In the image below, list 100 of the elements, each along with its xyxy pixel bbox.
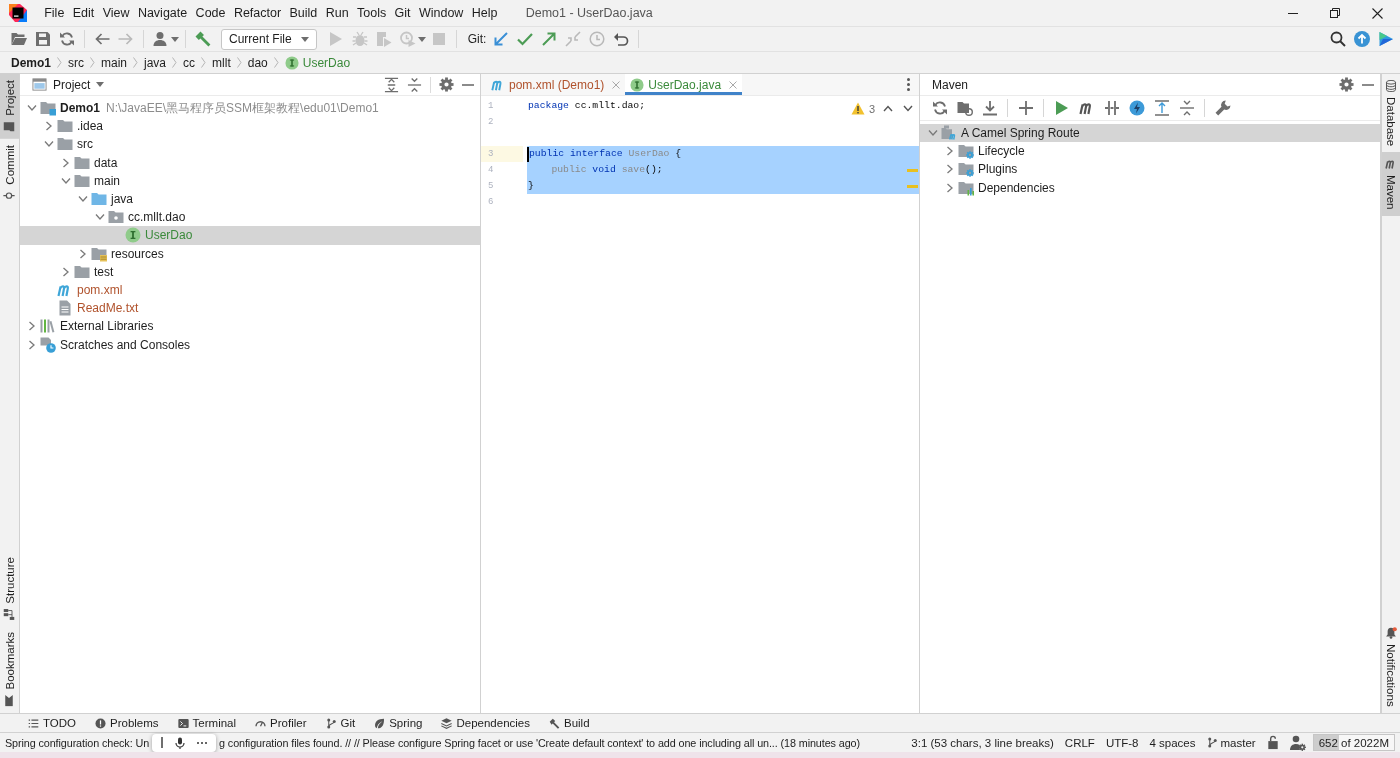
- plus-icon[interactable]: [1017, 100, 1034, 116]
- warning-icon[interactable]: [850, 102, 865, 115]
- split-bars-icon[interactable]: [1103, 100, 1120, 116]
- tool-window-button[interactable]: Build: [549, 717, 590, 729]
- tree-item[interactable]: resources: [20, 244, 480, 263]
- check-icon[interactable]: [517, 31, 534, 47]
- down-left-arrow-icon[interactable]: [493, 31, 510, 47]
- breadcrumb-item[interactable]: src: [68, 55, 84, 70]
- chevron-right-icon[interactable]: [45, 121, 53, 132]
- chevron-down-icon[interactable]: [95, 213, 105, 222]
- tool-window-button[interactable]: Dependencies: [441, 717, 530, 729]
- tree-item[interactable]: src: [20, 135, 480, 154]
- tree-item[interactable]: test: [20, 262, 480, 281]
- tree-item[interactable]: Demo1 N:\JavaEE\黑马程序员SSM框架教程\edu01\Demo1: [20, 99, 480, 118]
- menu-item[interactable]: Navigate: [133, 4, 192, 22]
- line-separator[interactable]: CRLF: [1064, 736, 1095, 749]
- collapse-all-icon[interactable]: [1178, 100, 1195, 116]
- indent-setting[interactable]: 4 spaces: [1149, 736, 1196, 749]
- chevron-up-icon[interactable]: [883, 105, 893, 112]
- caret-icon[interactable]: [171, 36, 179, 42]
- tool-window-button[interactable]: Bookmarks: [0, 626, 19, 713]
- chevron-right-icon[interactable]: [28, 339, 36, 350]
- triangle-logo-icon[interactable]: [1378, 31, 1394, 47]
- chevron-right-icon[interactable]: [62, 157, 70, 168]
- menu-item[interactable]: Build: [285, 4, 322, 22]
- tool-window-button[interactable]: Maven: [1382, 152, 1400, 216]
- menu-item[interactable]: Edit: [68, 4, 99, 22]
- tree-item[interactable]: ReadMe.txt: [20, 299, 480, 318]
- tool-window-button[interactable]: Profiler: [255, 717, 307, 729]
- tool-window-button[interactable]: Spring: [374, 717, 423, 729]
- refresh-icon[interactable]: [59, 31, 75, 47]
- tool-window-button[interactable]: Notifications: [1382, 621, 1400, 713]
- chevron-right-icon[interactable]: [79, 248, 87, 259]
- breadcrumb-item[interactable]: mllt: [212, 55, 231, 70]
- more-vertical-icon[interactable]: [907, 78, 910, 91]
- refresh-icon[interactable]: [931, 100, 948, 116]
- memory-indicator[interactable]: 652 of 2022M: [1312, 734, 1395, 751]
- caret-icon[interactable]: [417, 36, 426, 42]
- tool-window-button[interactable]: Commit: [0, 138, 19, 208]
- menu-item[interactable]: Window: [414, 4, 468, 22]
- lightning-circle-icon[interactable]: [1128, 100, 1145, 116]
- breadcrumb-item[interactable]: java: [144, 55, 167, 70]
- branch-widget[interactable]: master: [1206, 736, 1256, 749]
- tool-window-button[interactable]: Git: [325, 717, 356, 729]
- caret-icon[interactable]: [96, 82, 105, 87]
- menu-item[interactable]: Run: [321, 4, 353, 22]
- breadcrumb-item[interactable]: main: [101, 55, 128, 70]
- panel-title[interactable]: Project: [53, 77, 91, 92]
- settings-icon[interactable]: [439, 77, 454, 92]
- caret-position[interactable]: 3:1 (53 chars, 3 line breaks): [911, 736, 1054, 749]
- chevron-down-icon[interactable]: [44, 140, 54, 149]
- tree-item[interactable]: External Libraries: [20, 317, 480, 336]
- menu-item[interactable]: Git: [390, 4, 415, 22]
- expand-all-icon[interactable]: [1153, 100, 1170, 116]
- search-icon[interactable]: [1330, 31, 1346, 47]
- tool-window-button[interactable]: Project: [0, 74, 19, 139]
- wrench-icon[interactable]: [1214, 100, 1231, 116]
- more-icon[interactable]: [197, 741, 208, 744]
- save-icon[interactable]: [35, 31, 51, 47]
- breadcrumb-item[interactable]: dao: [247, 55, 268, 70]
- close-icon[interactable]: [1371, 7, 1383, 19]
- chevron-right-icon[interactable]: [946, 182, 954, 193]
- chevron-down-icon[interactable]: [61, 176, 71, 185]
- warning-count[interactable]: 3: [868, 102, 875, 115]
- tree-item[interactable]: Dependencies: [920, 178, 1380, 197]
- chevron-right-icon[interactable]: [946, 146, 954, 157]
- tree-item[interactable]: data: [20, 153, 480, 172]
- person-gear-icon[interactable]: [1289, 734, 1306, 751]
- editor-tab[interactable]: UserDao.java: [625, 74, 743, 95]
- minimize-icon[interactable]: [1288, 12, 1298, 14]
- menu-item[interactable]: Code: [191, 4, 230, 22]
- hammer-icon[interactable]: [195, 31, 211, 47]
- restore-icon[interactable]: [1330, 8, 1340, 18]
- chevron-down-icon[interactable]: [903, 105, 913, 112]
- up-right-arrow-icon[interactable]: [541, 31, 558, 47]
- chevron-right-icon[interactable]: [62, 266, 70, 277]
- editor-tab[interactable]: pom.xml (Demo1): [486, 74, 626, 95]
- tool-window-button[interactable]: Problems: [95, 717, 159, 729]
- tree-item[interactable]: cc.mllt.dao: [20, 208, 480, 227]
- text-cursor-icon[interactable]: [161, 737, 164, 748]
- tree-item[interactable]: Scratches and Consoles: [20, 335, 480, 354]
- tree-item[interactable]: .idea: [20, 117, 480, 136]
- menu-item[interactable]: Help: [467, 4, 502, 22]
- collapse-all-icon[interactable]: [407, 76, 422, 93]
- menu-item[interactable]: Refactor: [229, 4, 286, 22]
- lock-icon[interactable]: [1266, 735, 1279, 750]
- run-configuration-dropdown[interactable]: Current File: [221, 28, 317, 50]
- tree-item[interactable]: Plugins: [920, 160, 1380, 179]
- breadcrumb-item[interactable]: UserDao: [284, 55, 351, 70]
- tool-window-button[interactable]: Structure: [0, 550, 19, 627]
- chevron-right-icon[interactable]: [28, 321, 36, 332]
- breadcrumb-item[interactable]: cc: [183, 55, 196, 70]
- chevron-down-icon[interactable]: [78, 195, 88, 204]
- tree-item[interactable]: java: [20, 189, 480, 209]
- chevron-down-icon[interactable]: [27, 104, 37, 113]
- tree-item[interactable]: pom.xml: [20, 280, 480, 300]
- menu-item[interactable]: File: [40, 4, 69, 22]
- menu-item[interactable]: View: [98, 4, 134, 22]
- folder-refresh-icon[interactable]: [956, 100, 973, 116]
- expand-all-icon[interactable]: [384, 76, 399, 93]
